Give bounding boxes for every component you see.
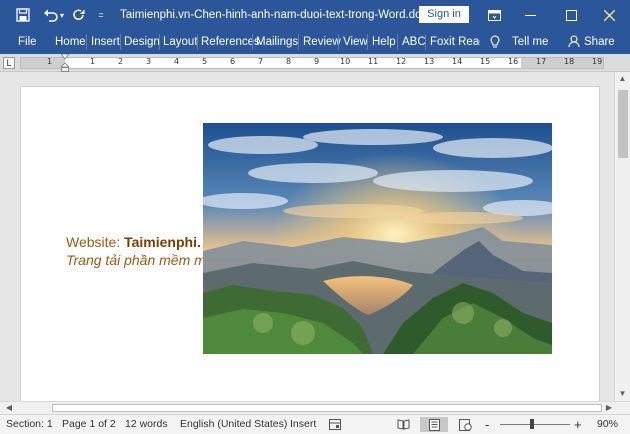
title-bar: ▾ = Taimienphi.vn-Chen-hinh-anh-nam-duoi… — [0, 0, 630, 30]
tab-foxit-reader[interactable]: Foxit Reade — [430, 30, 480, 54]
ruler-number: 13 — [424, 57, 435, 66]
landscape-photo[interactable] — [203, 123, 552, 354]
scroll-down-icon[interactable]: ▼ — [615, 387, 630, 401]
document-title: Taimienphi.vn-Chen-hinh-anh-nam-duoi-tex… — [120, 9, 437, 21]
tab-abc[interactable]: ABC — [402, 30, 426, 54]
document-page[interactable]: Website: Taimienphi. Trang tải phần mềm … — [20, 86, 600, 401]
ruler-number: 14 — [452, 57, 463, 66]
website-name: Taimienphi. — [124, 234, 201, 250]
maximize-icon[interactable] — [551, 0, 591, 30]
tab-separator — [86, 34, 87, 50]
ruler-number: 1 — [47, 57, 53, 66]
share-button[interactable]: Share — [584, 30, 615, 54]
tab-mailings[interactable]: Mailings — [256, 30, 298, 54]
ruler-left-margin — [21, 58, 65, 68]
tab-file[interactable]: File — [18, 30, 37, 54]
document-canvas[interactable]: Website: Taimienphi. Trang tải phần mềm … — [0, 72, 614, 401]
close-icon[interactable] — [589, 0, 629, 30]
tab-help[interactable]: Help — [372, 30, 396, 54]
minimize-icon[interactable] — [510, 0, 550, 30]
vertical-scrollbar[interactable]: ▲ ▼ — [614, 72, 630, 401]
website-label: Website: — [66, 234, 125, 250]
web-layout-icon[interactable] — [457, 417, 473, 432]
ruler-right-margin — [521, 58, 603, 68]
status-bar: Section: 1 Page 1 of 2 12 words English … — [0, 414, 630, 434]
ruler-number: 1 — [90, 57, 96, 66]
website-line[interactable]: Website: Taimienphi. — [66, 234, 201, 250]
ruler-number: 17 — [536, 57, 547, 66]
ruler-number: 7 — [258, 57, 264, 66]
tab-separator — [197, 34, 198, 50]
save-icon[interactable] — [12, 0, 34, 30]
ruler-number: 5 — [202, 57, 208, 66]
tab-separator — [252, 34, 253, 50]
tagline-text[interactable]: Trang tải phần mềm m — [66, 252, 206, 268]
tab-references[interactable]: References — [201, 30, 260, 54]
indent-marker-icon[interactable] — [61, 54, 69, 72]
ruler-number: 4 — [174, 57, 180, 66]
tab-review[interactable]: Review — [303, 30, 341, 54]
share-person-icon[interactable] — [568, 30, 580, 54]
ribbon-display-options-icon[interactable] — [474, 0, 514, 30]
tab-selector[interactable]: L — [3, 57, 15, 69]
ruler-number: 3 — [146, 57, 152, 66]
tab-separator — [425, 34, 426, 50]
ruler-number: 12 — [396, 57, 407, 66]
ruler-bar: L 1 1 2 3 4 5 6 7 8 9 10 11 12 13 14 15 … — [0, 54, 630, 72]
ruler-number: 2 — [118, 57, 124, 66]
tab-insert[interactable]: Insert — [91, 30, 120, 54]
scroll-right-icon[interactable]: ▶ — [602, 402, 616, 414]
tab-home[interactable]: Home — [55, 30, 86, 54]
tab-separator — [338, 34, 339, 50]
horizontal-ruler[interactable]: 1 1 2 3 4 5 6 7 8 9 10 11 12 13 14 15 16… — [20, 54, 604, 72]
tab-separator — [397, 34, 398, 50]
read-mode-icon[interactable] — [395, 417, 411, 432]
word-count[interactable]: 12 words — [125, 415, 168, 434]
tab-design[interactable]: Design — [124, 30, 160, 54]
scroll-left-icon[interactable]: ◀ — [2, 402, 16, 414]
insert-mode-indicator[interactable]: Insert — [290, 415, 316, 434]
tell-me-search[interactable]: Tell me — [512, 30, 548, 54]
ruler-number: 19 — [592, 57, 603, 66]
tab-separator — [120, 34, 121, 50]
ruler-number: 16 — [508, 57, 519, 66]
customize-qat-icon[interactable]: = — [95, 0, 107, 30]
ruler-number: 9 — [314, 57, 320, 66]
page-indicator[interactable]: Page 1 of 2 — [62, 415, 116, 434]
horizontal-scrollbar[interactable]: ◀ ▶ — [0, 401, 630, 414]
tab-layout[interactable]: Layout — [163, 30, 198, 54]
ribbon-tabs: File Home Insert Design Layout Reference… — [0, 30, 630, 54]
tab-separator — [367, 34, 368, 50]
redo-icon[interactable] — [70, 0, 88, 30]
landscape-image — [203, 123, 552, 354]
section-indicator[interactable]: Section: 1 — [6, 415, 53, 434]
ruler-number: 8 — [286, 57, 292, 66]
tab-separator — [159, 34, 160, 50]
zoom-level[interactable]: 90% — [597, 415, 618, 434]
ruler-number: 10 — [340, 57, 351, 66]
macro-record-icon[interactable] — [328, 417, 342, 432]
lightbulb-icon[interactable] — [490, 30, 502, 54]
zoom-slider-track[interactable] — [500, 424, 570, 425]
vertical-scroll-thumb[interactable] — [618, 90, 628, 158]
scroll-up-icon[interactable]: ▲ — [615, 72, 630, 86]
ruler-number: 6 — [230, 57, 236, 66]
zoom-out-button[interactable]: - — [485, 415, 489, 434]
language-indicator[interactable]: English (United States) — [180, 415, 287, 434]
ruler-number: 11 — [368, 57, 379, 66]
undo-dropdown-icon[interactable]: ▾ — [58, 0, 66, 30]
sign-in-button[interactable]: Sign in — [419, 6, 469, 23]
ruler-number: 18 — [564, 57, 575, 66]
horizontal-scroll-thumb[interactable] — [52, 404, 602, 412]
tab-separator — [298, 34, 299, 50]
undo-icon[interactable] — [40, 0, 60, 30]
zoom-slider-thumb[interactable] — [530, 419, 534, 429]
tab-view[interactable]: View — [343, 30, 368, 54]
print-layout-icon[interactable] — [420, 417, 448, 432]
ruler-number: 15 — [480, 57, 491, 66]
zoom-in-button[interactable]: + — [574, 415, 582, 434]
